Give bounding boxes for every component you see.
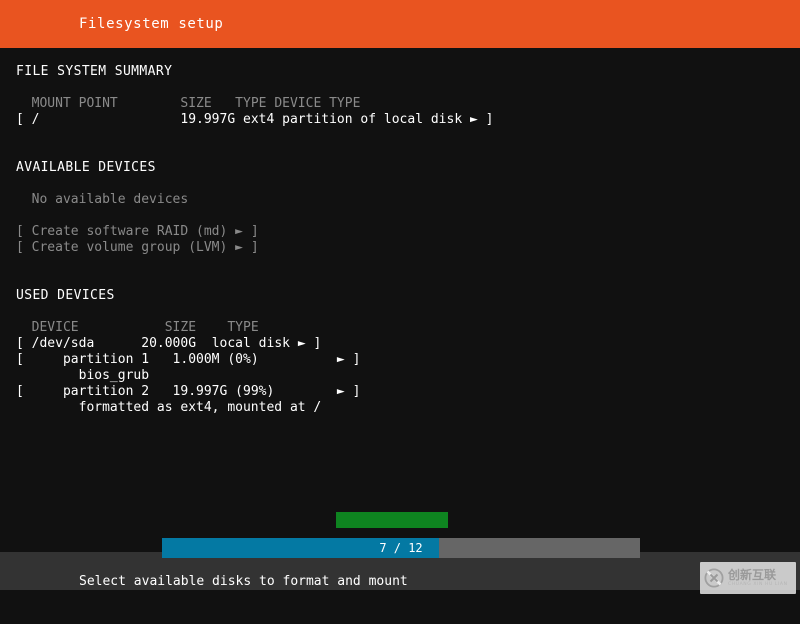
done-button[interactable]: [ Done ] — [336, 512, 448, 559]
filesystem-summary-row[interactable]: [ / 19.997G ext4 partition of local disk… — [0, 112, 800, 128]
close-bracket: ] — [250, 224, 259, 239]
bottom-strip — [0, 590, 800, 600]
create-lvm-button[interactable]: [ Create volume group (LVM) ► ] — [0, 240, 800, 256]
expand-arrow-icon[interactable]: ► — [337, 384, 345, 399]
progress-label: 7 / 12 — [379, 541, 423, 555]
detail-text: bios_grub — [78, 368, 150, 383]
filesystem-summary-heading: FILE SYSTEM SUMMARY — [16, 64, 173, 79]
device-type-value: partition of local disk — [282, 112, 463, 127]
column-header-device-type: DEVICE TYPE — [274, 96, 361, 111]
row-open-bracket: [ — [16, 112, 24, 127]
main-content: FILE SYSTEM SUMMARY MOUNT POINT SIZE TYP… — [0, 48, 800, 591]
used-device-detail-partition-1: bios_grub — [0, 368, 800, 384]
filesystem-summary-column-headers: MOUNT POINT SIZE TYPE DEVICE TYPE — [0, 96, 800, 112]
progress-bar: 7 / 12 — [162, 538, 640, 558]
row-open-bracket: [ — [16, 352, 24, 367]
device-size: 1.000M (0%) — [172, 352, 259, 367]
row-open-bracket: [ — [16, 336, 24, 351]
device-name: partition 1 — [62, 352, 150, 367]
device-name: /dev/sda — [31, 336, 95, 351]
column-header-mount-point: MOUNT POINT — [31, 96, 118, 111]
installer-screen: Filesystem setup FILE SYSTEM SUMMARY MOU… — [0, 0, 800, 600]
expand-arrow-icon[interactable]: ► — [337, 352, 345, 367]
column-header-size: SIZE — [164, 320, 197, 335]
used-device-detail-partition-2: formatted as ext4, mounted at / — [0, 400, 800, 416]
create-raid-label: Create software RAID (md) — [31, 224, 228, 239]
row-open-bracket: [ — [16, 384, 24, 399]
watermark-text: 创新互联 CHUANG XIN HU LIAN — [728, 569, 793, 588]
watermark-logo-icon — [703, 567, 725, 589]
used-device-row-partition-2[interactable]: [ partition 2 19.997G (99%) ► ] — [0, 384, 800, 400]
page-title: Filesystem setup — [79, 16, 224, 32]
used-devices-heading: USED DEVICES — [16, 288, 115, 303]
row-close-bracket: ] — [352, 384, 361, 399]
type-value: ext4 — [243, 112, 275, 127]
column-header-size: SIZE — [180, 96, 212, 111]
expand-arrow-icon: ► — [235, 240, 243, 255]
column-header-type: TYPE — [235, 96, 267, 111]
detail-text: formatted as ext4, mounted at / — [78, 400, 322, 415]
row-close-bracket: ] — [313, 336, 322, 351]
row-close-bracket: ] — [485, 112, 494, 127]
create-raid-button[interactable]: [ Create software RAID (md) ► ] — [0, 224, 800, 240]
expand-arrow-icon[interactable]: ► — [298, 336, 306, 351]
device-size: 20.000G — [141, 336, 197, 351]
open-bracket: [ — [16, 240, 24, 255]
title-bar: Filesystem setup — [0, 0, 800, 48]
device-size: 19.997G (99%) — [172, 384, 275, 399]
status-hint: Select available disks to format and mou… — [79, 574, 408, 589]
expand-arrow-icon: ► — [235, 224, 243, 239]
watermark-chinese: 创新互联 — [728, 567, 777, 582]
column-header-type: TYPE — [227, 320, 259, 335]
available-devices-heading: AVAILABLE DEVICES — [16, 160, 156, 175]
row-close-bracket: ] — [352, 352, 361, 367]
size-value: 19.997G — [180, 112, 236, 127]
watermark: 创新互联 CHUANG XIN HU LIAN — [700, 562, 796, 594]
used-devices-column-headers: DEVICE SIZE TYPE — [0, 320, 800, 336]
open-bracket: [ — [16, 224, 24, 239]
column-header-device: DEVICE — [31, 320, 79, 335]
device-type: local disk — [211, 336, 290, 351]
device-name: partition 2 — [62, 384, 150, 399]
create-lvm-label: Create volume group (LVM) — [31, 240, 228, 255]
watermark-latin: CHUANG XIN HU LIAN — [728, 581, 788, 587]
expand-arrow-icon[interactable]: ► — [470, 112, 478, 127]
close-bracket: ] — [250, 240, 259, 255]
used-device-row-sda[interactable]: [ /dev/sda 20.000G local disk ► ] — [0, 336, 800, 352]
available-devices-empty-message: No available devices — [0, 192, 800, 208]
empty-message-text: No available devices — [31, 192, 189, 207]
used-device-row-partition-1[interactable]: [ partition 1 1.000M (0%) ► ] — [0, 352, 800, 368]
